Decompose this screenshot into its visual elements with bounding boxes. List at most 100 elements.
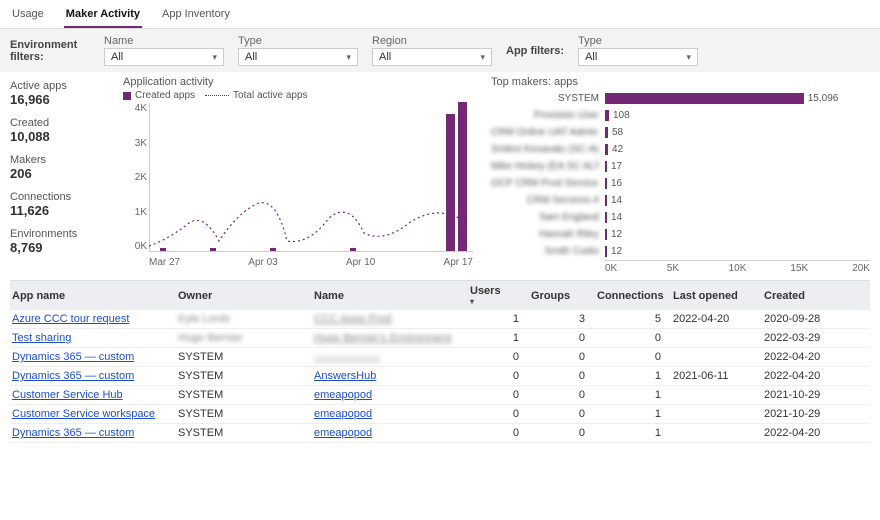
kpi-created-label: Created bbox=[10, 117, 115, 129]
topmaker-row[interactable]: Sridevi Kesavalu (SC-ALT)42 bbox=[491, 141, 870, 158]
users-cell: 0 bbox=[470, 389, 525, 401]
xtick: Apr 17 bbox=[444, 257, 473, 268]
conn-cell: 1 bbox=[597, 408, 667, 420]
topmaker-bar bbox=[605, 110, 609, 121]
activity-plot[interactable]: 4K 3K 2K 1K 0K Mar bbox=[123, 103, 473, 268]
filter-name-label: Name bbox=[104, 35, 224, 47]
env-link[interactable]: emeapopod bbox=[314, 408, 464, 420]
env-link[interactable]: Hugo Bernier's Environment bbox=[314, 332, 464, 344]
app-link[interactable]: Dynamics 365 — custom bbox=[12, 370, 172, 382]
env-link[interactable]: emeapopod bbox=[314, 427, 464, 439]
topmaker-name: Mike Hickey (EA SC ALT) bbox=[491, 161, 599, 172]
col-users[interactable]: Users▾ bbox=[470, 285, 525, 306]
table-header-row: App name Owner Name Users▾ Groups Connec… bbox=[10, 281, 870, 310]
col-created[interactable]: Created bbox=[764, 290, 844, 302]
topmaker-name: Provision User bbox=[491, 110, 599, 121]
xtick: 10K bbox=[729, 263, 791, 274]
filter-apptype-dropdown[interactable]: All▾ bbox=[578, 48, 698, 66]
env-link[interactable]: ------------------ bbox=[314, 351, 464, 363]
topmaker-row[interactable]: Smith Codio12 bbox=[491, 243, 870, 260]
users-cell: 0 bbox=[470, 408, 525, 420]
app-link[interactable]: Dynamics 365 — custom bbox=[12, 427, 172, 439]
tab-usage[interactable]: Usage bbox=[10, 4, 46, 28]
filter-name-dropdown[interactable]: All▾ bbox=[104, 48, 224, 66]
app-link[interactable]: Customer Service workspace bbox=[12, 408, 172, 420]
col-owner[interactable]: Owner bbox=[178, 290, 308, 302]
ytick: 3K bbox=[123, 138, 147, 149]
filter-type-dropdown[interactable]: All▾ bbox=[238, 48, 358, 66]
filter-region-dropdown[interactable]: All▾ bbox=[372, 48, 492, 66]
kpi-column: Active apps16,966 Created10,088 Makers20… bbox=[10, 76, 115, 274]
chevron-down-icon: ▾ bbox=[346, 52, 351, 63]
users-cell: 0 bbox=[470, 427, 525, 439]
created-cell: 2022-03-29 bbox=[764, 332, 844, 344]
topmaker-row[interactable]: Provision User108 bbox=[491, 107, 870, 124]
topmaker-row[interactable]: SYSTEM 15,096 bbox=[491, 90, 870, 107]
table-row[interactable]: Dynamics 365 — custom SYSTEM -----------… bbox=[10, 348, 870, 367]
filter-region-label: Region bbox=[372, 35, 492, 47]
groups-cell: 0 bbox=[531, 370, 591, 382]
created-cell: 2021-10-29 bbox=[764, 408, 844, 420]
chart-activity-legend: Created apps Total active apps bbox=[123, 90, 473, 101]
topmaker-row[interactable]: Hannah Riley12 bbox=[491, 226, 870, 243]
tab-app-inventory[interactable]: App Inventory bbox=[160, 4, 232, 28]
created-cell: 2022-04-20 bbox=[764, 427, 844, 439]
app-link[interactable]: Azure CCC tour request bbox=[12, 313, 172, 325]
topmaker-row[interactable]: Mike Hickey (EA SC ALT) 17 bbox=[491, 158, 870, 175]
env-link[interactable]: AnswersHub bbox=[314, 370, 464, 382]
owner-cell: SYSTEM bbox=[178, 389, 308, 401]
users-cell: 1 bbox=[470, 332, 525, 344]
topmaker-bar bbox=[605, 195, 607, 206]
topmaker-value: 16 bbox=[611, 178, 622, 189]
env-link[interactable]: emeapopod bbox=[314, 389, 464, 401]
apps-table: App name Owner Name Users▾ Groups Connec… bbox=[10, 280, 870, 443]
col-connections[interactable]: Connections bbox=[597, 290, 667, 302]
col-name[interactable]: Name bbox=[314, 290, 464, 302]
topmaker-value: 17 bbox=[611, 161, 622, 172]
conn-cell: 1 bbox=[597, 370, 667, 382]
table-row[interactable]: Test sharing Hugo Bernier Hugo Bernier's… bbox=[10, 329, 870, 348]
filter-apptype-label: Type bbox=[578, 35, 698, 47]
app-link[interactable]: Dynamics 365 — custom bbox=[12, 351, 172, 363]
col-last-opened[interactable]: Last opened bbox=[673, 290, 758, 302]
filter-type-label: Type bbox=[238, 35, 358, 47]
topmaker-value: 15,096 bbox=[808, 93, 839, 104]
topmaker-row[interactable]: OCP CRM Prod Service A…16 bbox=[491, 175, 870, 192]
filter-name-value: All bbox=[111, 51, 123, 63]
groups-cell: 0 bbox=[531, 427, 591, 439]
table-row[interactable]: Azure CCC tour request Kyle Lords CCC Ap… bbox=[10, 310, 870, 329]
created-cell: 2021-10-29 bbox=[764, 389, 844, 401]
app-link[interactable]: Customer Service Hub bbox=[12, 389, 172, 401]
topmaker-value: 14 bbox=[611, 212, 622, 223]
legend-total-label: Total active apps bbox=[233, 90, 308, 101]
kpi-environments-value: 8,769 bbox=[10, 240, 115, 255]
topmaker-bar bbox=[605, 246, 607, 257]
topmaker-value: 58 bbox=[612, 127, 623, 138]
tab-maker-activity[interactable]: Maker Activity bbox=[64, 4, 142, 28]
legend-swatch-created-icon bbox=[123, 92, 131, 100]
activity-dotted-line bbox=[149, 103, 473, 252]
app-link[interactable]: Test sharing bbox=[12, 332, 172, 344]
env-link[interactable]: CCC Apps Prod bbox=[314, 313, 464, 325]
owner-cell: SYSTEM bbox=[178, 427, 308, 439]
legend-swatch-total-icon bbox=[205, 95, 229, 96]
topmaker-bar bbox=[605, 144, 608, 155]
filter-apptype-value: All bbox=[585, 51, 597, 63]
top-makers-chart: Top makers: apps SYSTEM15,096 Provision … bbox=[491, 76, 870, 274]
table-row[interactable]: Dynamics 365 — custom SYSTEM AnswersHub … bbox=[10, 367, 870, 386]
topmaker-row[interactable]: CRM Online UAT Admin #58 bbox=[491, 124, 870, 141]
topmaker-row[interactable]: Sam England14 bbox=[491, 209, 870, 226]
chevron-down-icon: ▾ bbox=[480, 52, 485, 63]
table-row[interactable]: Dynamics 365 — custom SYSTEM emeapopod 0… bbox=[10, 424, 870, 443]
topmaker-bar bbox=[605, 178, 607, 189]
table-row[interactable]: Customer Service Hub SYSTEM emeapopod 0 … bbox=[10, 386, 870, 405]
kpi-connections-label: Connections bbox=[10, 191, 115, 203]
col-app-name[interactable]: App name bbox=[12, 290, 172, 302]
table-row[interactable]: Customer Service workspace SYSTEM emeapo… bbox=[10, 405, 870, 424]
xtick: 0K bbox=[605, 263, 667, 274]
col-groups[interactable]: Groups bbox=[531, 290, 591, 302]
users-cell: 0 bbox=[470, 370, 525, 382]
tab-bar: Usage Maker Activity App Inventory bbox=[0, 0, 880, 29]
topmaker-row[interactable]: CRM Services #14 bbox=[491, 192, 870, 209]
topmaker-name: SYSTEM bbox=[491, 93, 599, 104]
